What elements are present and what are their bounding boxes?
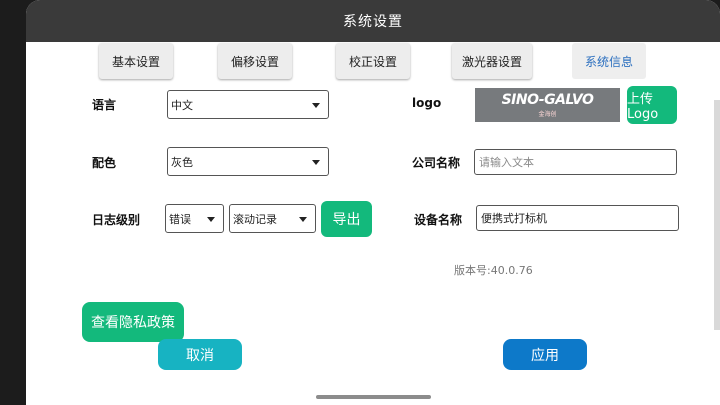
tab-calibration-settings[interactable]: 校正设置 xyxy=(336,43,410,79)
log-level-value: 错误 xyxy=(169,212,191,226)
cancel-button[interactable]: 取消 xyxy=(158,339,242,370)
log-mode-value: 滚动记录 xyxy=(233,212,277,226)
settings-panel: 系统设置 基本设置 偏移设置 校正设置 激光器设置 系统信息 语言 中文 配色 … xyxy=(26,0,720,405)
log-mode-select[interactable]: 滚动记录 xyxy=(229,204,316,233)
version-text: 版本号:40.0.76 xyxy=(454,264,533,277)
upload-logo-button[interactable]: 上传Logo xyxy=(627,86,677,124)
device-name-value: 便携式打标机 xyxy=(481,212,547,225)
privacy-policy-button[interactable]: 查看隐私政策 xyxy=(82,302,184,342)
language-value: 中文 xyxy=(171,98,193,112)
log-level-label: 日志级别 xyxy=(92,213,141,227)
dropdown-arrow-icon xyxy=(299,216,307,222)
logo-image: SINO-GALVO 金海创 xyxy=(475,88,620,122)
home-indicator xyxy=(316,395,431,399)
logo-brand-text: SINO-GALVO xyxy=(501,92,594,108)
company-name-placeholder: 请输入文本 xyxy=(479,156,534,169)
device-name-label: 设备名称 xyxy=(414,213,463,227)
color-scheme-select[interactable]: 灰色 xyxy=(167,147,329,176)
page-title: 系统设置 xyxy=(26,0,720,42)
company-name-input[interactable]: 请输入文本 xyxy=(474,149,677,175)
tab-offset-settings[interactable]: 偏移设置 xyxy=(218,43,292,79)
logo-brand-subtext: 金海创 xyxy=(538,111,557,118)
apply-button[interactable]: 应用 xyxy=(503,339,587,370)
language-label: 语言 xyxy=(92,98,117,112)
tab-laser-settings[interactable]: 激光器设置 xyxy=(452,43,532,79)
language-select[interactable]: 中文 xyxy=(167,90,329,119)
device-name-input[interactable]: 便携式打标机 xyxy=(476,205,679,231)
log-level-select[interactable]: 错误 xyxy=(165,204,224,233)
dropdown-arrow-icon xyxy=(312,159,320,165)
scrollbar[interactable] xyxy=(714,100,720,330)
tab-basic-settings[interactable]: 基本设置 xyxy=(99,43,173,79)
dropdown-arrow-icon xyxy=(207,216,215,222)
dropdown-arrow-icon xyxy=(312,102,320,108)
tab-system-info[interactable]: 系统信息 xyxy=(572,43,646,79)
company-name-label: 公司名称 xyxy=(412,156,461,170)
export-button[interactable]: 导出 xyxy=(321,201,372,237)
color-scheme-value: 灰色 xyxy=(171,155,193,169)
color-scheme-label: 配色 xyxy=(92,156,117,170)
logo-label: logo xyxy=(412,96,442,110)
